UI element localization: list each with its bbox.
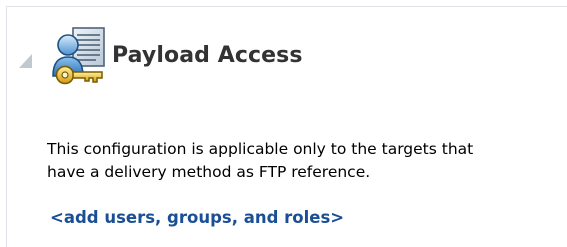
payload-access-panel: Payload Access This configuration is app…: [0, 0, 567, 247]
section-description: This configuration is applicable only to…: [47, 138, 473, 184]
panel-left-border: [6, 6, 7, 247]
add-users-groups-roles-link[interactable]: <add users, groups, and roles>: [50, 208, 344, 227]
description-line-1: This configuration is applicable only to…: [47, 140, 474, 158]
collapse-triangle-icon[interactable]: [18, 53, 34, 69]
panel-top-border: [6, 6, 567, 7]
description-line-2: have a delivery method as FTP reference.: [47, 163, 371, 181]
user-key-access-icon: [52, 27, 105, 85]
section-title: Payload Access: [112, 43, 303, 68]
